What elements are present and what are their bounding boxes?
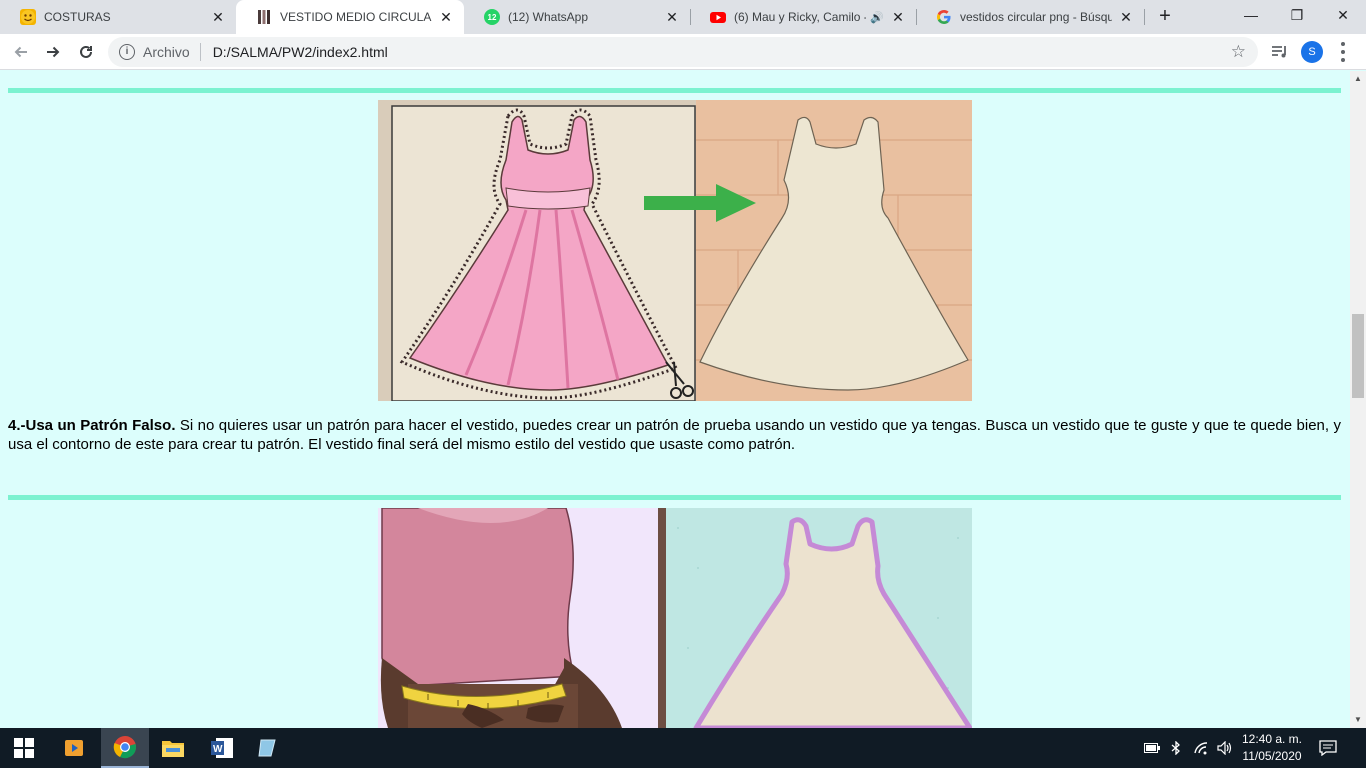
system-clock[interactable]: 12:40 a. m. 11/05/2020 <box>1236 731 1308 765</box>
tab-title: vestidos circular png - Búsque <box>960 10 1112 24</box>
scrollbar-thumb[interactable] <box>1352 314 1364 398</box>
playlist-icon <box>1272 46 1286 58</box>
address-bar[interactable]: i Archivo D:/SALMA/PW2/index2.html ☆ <box>108 37 1258 67</box>
google-icon <box>936 9 952 25</box>
step-4-paragraph: 4.-Usa un Patrón Falso. Si no quieres us… <box>8 416 1341 454</box>
tab-google[interactable]: vestidos circular png - Búsque ✕ <box>916 0 1144 34</box>
notifications-icon[interactable] <box>1316 728 1340 768</box>
windows-start-icon[interactable] <box>0 728 48 768</box>
media-controls-button[interactable] <box>1268 40 1292 64</box>
notepad-icon[interactable] <box>244 728 292 768</box>
tab-strip: COSTURAS ✕ VESTIDO MEDIO CIRCULAR ✕ 12 (… <box>0 0 1366 34</box>
word-icon[interactable]: W <box>198 728 246 768</box>
tab-youtube[interactable]: (6) Mau y Ricky, Camilo - L 🔊 ✕ <box>690 0 916 34</box>
file-explorer-icon[interactable] <box>149 728 197 768</box>
clock-time: 12:40 a. m. <box>1241 732 1303 746</box>
emoji-face-icon <box>20 9 36 25</box>
chrome-icon[interactable] <box>101 728 149 768</box>
whatsapp-icon: 12 <box>484 9 500 25</box>
horizontal-rule <box>8 88 1341 93</box>
scroll-down-arrow-icon[interactable]: ▼ <box>1350 712 1366 728</box>
youtube-icon <box>710 9 726 25</box>
info-icon[interactable]: i <box>119 44 135 60</box>
restore-button[interactable]: ❐ <box>1274 0 1320 32</box>
close-icon[interactable]: ✕ <box>890 9 906 25</box>
arrow-right-icon <box>47 46 60 58</box>
step-4-heading: 4.-Usa un Patrón Falso. <box>8 417 176 434</box>
browser-toolbar: i Archivo D:/SALMA/PW2/index2.html ☆ S <box>0 34 1366 70</box>
page-content: 4.-Usa un Patrón Falso. Si no quieres us… <box>0 71 1350 728</box>
bookmark-star-icon[interactable]: ☆ <box>1231 43 1246 61</box>
dress-pattern-image <box>378 100 972 401</box>
reload-button[interactable] <box>74 40 98 64</box>
horizontal-rule <box>8 495 1341 500</box>
new-tab-button[interactable]: + <box>1153 5 1177 29</box>
windows-taskbar: W 12:40 a. m. 11/05/2020 <box>0 728 1366 768</box>
volume-icon[interactable] <box>1214 728 1236 768</box>
tab-costuras[interactable]: COSTURAS ✕ <box>0 0 236 34</box>
close-window-button[interactable]: ✕ <box>1320 0 1366 32</box>
close-icon[interactable]: ✕ <box>1118 9 1134 25</box>
minimize-button[interactable]: — <box>1228 0 1274 32</box>
tab-divider <box>690 9 691 25</box>
tab-title: (6) Mau y Ricky, Camilo - L <box>734 10 867 24</box>
tab-divider <box>1144 9 1145 25</box>
media-player-icon[interactable] <box>50 728 98 768</box>
tab-vestido[interactable]: VESTIDO MEDIO CIRCULAR ✕ <box>236 0 464 34</box>
tab-whatsapp[interactable]: 12 (12) WhatsApp ✕ <box>464 0 690 34</box>
address-divider <box>199 43 201 61</box>
page-scrollbar[interactable]: ▲ ▼ <box>1350 71 1366 728</box>
tab-title: COSTURAS <box>44 10 111 24</box>
address-url[interactable]: D:/SALMA/PW2/index2.html <box>213 44 388 60</box>
reload-icon <box>80 45 92 58</box>
svg-text:W: W <box>213 744 223 755</box>
tab-divider <box>916 9 917 25</box>
dress-thumbnail-icon <box>256 9 272 25</box>
bluetooth-icon[interactable] <box>1166 728 1186 768</box>
tab-title: VESTIDO MEDIO CIRCULAR <box>280 10 432 24</box>
close-icon[interactable]: ✕ <box>210 9 226 25</box>
arrow-left-icon <box>14 46 27 58</box>
close-icon[interactable]: ✕ <box>664 9 680 25</box>
close-icon[interactable]: ✕ <box>438 9 454 25</box>
address-scheme: Archivo <box>143 44 190 60</box>
wifi-icon[interactable] <box>1190 728 1212 768</box>
forward-button[interactable] <box>41 40 65 64</box>
step-4-body: Si no quieres usar un patrón para hacer … <box>8 417 1341 453</box>
battery-icon[interactable] <box>1142 728 1162 768</box>
speaker-icon[interactable]: 🔊 <box>870 11 884 24</box>
menu-button[interactable] <box>1340 42 1346 62</box>
back-button[interactable] <box>9 40 33 64</box>
tab-title: (12) WhatsApp <box>508 10 589 24</box>
measuring-dress-image <box>378 508 972 728</box>
scroll-up-arrow-icon[interactable]: ▲ <box>1350 71 1366 87</box>
profile-avatar[interactable]: S <box>1301 41 1323 63</box>
clock-date: 11/05/2020 <box>1242 749 1302 763</box>
